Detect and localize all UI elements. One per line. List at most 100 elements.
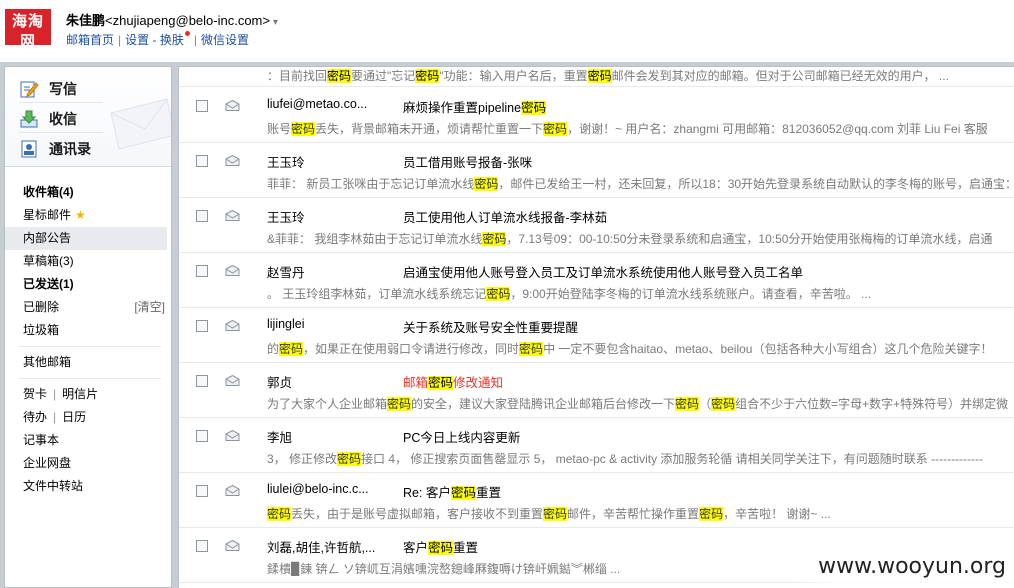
change-skin-link[interactable]: 换肤	[160, 33, 184, 47]
contacts-button[interactable]: 通讯录	[19, 135, 103, 163]
calendar-link[interactable]: 日历	[62, 410, 86, 424]
subject[interactable]: Re: 客户密码重置	[403, 482, 501, 501]
subject-text: 邮箱	[403, 376, 429, 390]
keyword-highlight: 密码	[543, 507, 568, 521]
enterprise-disk-link[interactable]: 企业网盘	[5, 452, 171, 475]
postcard-link[interactable]: 明信片	[62, 387, 98, 401]
folder-list: 收件箱(4) 星标邮件 ★ 内部公告 草稿箱(3) 已发送(1) 已删除 [清空] …	[5, 167, 171, 498]
chevron-down-icon[interactable]: ▾	[273, 17, 278, 28]
subject-text: 修改通知	[453, 376, 504, 390]
folder-sent[interactable]: 已发送(1)	[5, 273, 171, 296]
select-checkbox[interactable]	[196, 540, 208, 552]
subject-text: 关于系统及账号安全性重要提醒	[403, 321, 579, 335]
keyword-highlight: 密码	[711, 397, 736, 411]
envelope-decoration-icon	[110, 98, 171, 150]
preview-text: 丢失，背景邮箱未开通，烦请帮忙重置一下	[315, 122, 544, 136]
select-checkbox[interactable]	[196, 375, 208, 387]
greeting-card-link[interactable]: 贺卡	[23, 387, 47, 401]
keyword-highlight: 密码	[482, 232, 507, 246]
message-row[interactable]: 李旭 PC今日上线内容更新 3， 修正修改密码接口 4， 修正搜索页面售罄显示 5，…	[179, 418, 1014, 473]
keyword-highlight: 密码	[267, 507, 292, 521]
subject[interactable]: 员工借用账号报备-张咪	[403, 152, 532, 171]
subject[interactable]: 启通宝使用他人账号登入员工及订单流水系统使用他人账号登入员工名单	[403, 262, 803, 281]
preview-text: ，辛苦啦！ 谢谢~ ...	[723, 507, 831, 521]
contacts-label: 通讯录	[49, 141, 91, 157]
message-row[interactable]: 王玉玲 员工借用账号报备-张咪 菲菲： 新员工张咪由于忘记订单流水线密码，邮件已发给…	[179, 143, 1014, 198]
preview-text: 鍒樻▉鍊 锛ㄥ ソ锛屼互涓嬪嚑浣嶅鎴峰厤鍑嗕け锛屽姵鐑︾郴缁 ...	[267, 562, 621, 576]
read-envelope-icon	[225, 540, 240, 551]
folder-internal-notice[interactable]: 内部公告	[5, 227, 167, 250]
other-mailboxes[interactable]: 其他邮箱	[5, 351, 171, 374]
subject[interactable]: 关于系统及账号安全性重要提醒	[403, 317, 578, 336]
select-checkbox[interactable]	[196, 155, 208, 167]
keyword-highlight: 密码	[519, 342, 544, 356]
preview-text: 。 王玉玲组李林茹，订单流水线系统忘记	[267, 287, 487, 301]
partial-message-preview[interactable]: ：目前找回密码要通过"忘记密码"功能：输入用户名后，重置密码邮件会发到其对应的邮…	[179, 67, 1014, 87]
read-envelope-icon	[225, 100, 240, 111]
subject-text: 员工借用账号报备-张咪	[403, 156, 533, 170]
subject-text: 重置	[453, 541, 479, 555]
receive-mail-button[interactable]: 收信	[19, 105, 103, 133]
select-checkbox[interactable]	[196, 210, 208, 222]
mail-home-link[interactable]: 邮箱首页	[66, 33, 114, 47]
subject[interactable]: 麻烦操作重置pipeline密码	[403, 97, 547, 116]
subject[interactable]: 客户密码重置	[403, 537, 478, 556]
message-row[interactable]: 赵雪丹 启通宝使用他人账号登入员工及订单流水系统使用他人账号登入员工名单。 王玉玲…	[179, 253, 1014, 308]
tools-row-2: 待办 | 日历	[5, 406, 171, 429]
preview-text: 3， 修正修改	[267, 452, 338, 466]
folder-inbox[interactable]: 收件箱(4)	[5, 181, 171, 204]
keyword-highlight: 密码	[486, 287, 511, 301]
folder-drafts[interactable]: 草稿箱(3)	[5, 250, 171, 273]
select-checkbox[interactable]	[196, 265, 208, 277]
divider: |	[193, 33, 197, 47]
divider: |	[53, 387, 57, 401]
preview: 为了大家个人企业邮箱密码的安全，建议大家登陆腾讯企业邮箱后台修改一下密码（密码组…	[267, 395, 1008, 412]
preview: &菲菲： 我组李林茹由于忘记订单流水线密码，7.13号09：00-10:50分未…	[267, 230, 992, 247]
subject-text: 启通宝使用他人账号登入员工及订单流水系统使用他人账号登入员工名单	[403, 266, 804, 280]
folder-starred-label: 星标邮件	[23, 208, 72, 222]
folder-deleted[interactable]: 已删除 [清空]	[5, 296, 171, 319]
subject[interactable]: 员工使用他人订单流水线报备-李林茹	[403, 207, 607, 226]
dash-divider: -	[149, 33, 160, 47]
account-info[interactable]: 朱佳鹏<zhujiapeng@belo-inc.com> ▾	[66, 10, 278, 29]
keyword-highlight: 密码	[675, 397, 700, 411]
preview-text: ，9:00开始登陆李冬梅的订单流水线系统账户。请查看，辛苦啦。 ...	[510, 287, 872, 301]
select-checkbox[interactable]	[196, 485, 208, 497]
todo-link[interactable]: 待办	[23, 410, 47, 424]
keyword-highlight: 密码	[450, 486, 476, 500]
message-row[interactable]: lijinglei 关于系统及账号安全性重要提醒 的密码，如果正在使用弱口令请进行修…	[179, 308, 1014, 363]
divider	[19, 378, 161, 379]
message-row[interactable]: 郭贞 邮箱密码修改通知 为了大家个人企业邮箱密码的安全，建议大家登陆腾讯企业邮箱后台…	[179, 363, 1014, 418]
clear-trash-link[interactable]: [清空]	[134, 296, 165, 319]
subject-text: Re: 客户	[403, 486, 451, 500]
haitao-logo[interactable]: 海淘网 Haitao.cn	[5, 9, 51, 61]
select-checkbox[interactable]	[196, 100, 208, 112]
settings-link[interactable]: 设置	[125, 33, 149, 47]
write-mail-button[interactable]: 写信	[19, 75, 103, 103]
select-checkbox[interactable]	[196, 430, 208, 442]
message-row[interactable]: 王玉玲 员工使用他人订单流水线报备-李林茹 &菲菲： 我组李林茹由于忘记订单流水线密…	[179, 198, 1014, 253]
folder-junk[interactable]: 垃圾箱	[5, 319, 171, 342]
folder-starred[interactable]: 星标邮件 ★	[5, 204, 171, 227]
preview-text: 账号	[267, 122, 292, 136]
preview: 账号密码丢失，背景邮箱未开通，烦请帮忙重置一下密码，谢谢！~ 用户名：zhang…	[267, 120, 988, 137]
message-row[interactable]: liulei@belo-inc.c... Re: 客户密码重置 密码丢失，由于是账号…	[179, 473, 1014, 528]
divider: |	[53, 410, 57, 424]
header: 海淘网 Haitao.cn 朱佳鹏<zhujiapeng@belo-inc.co…	[0, 0, 1014, 62]
sender: 刘磊,胡佳,许哲航,...	[267, 541, 376, 555]
receive-label: 收信	[49, 110, 77, 127]
notepad-link[interactable]: 记事本	[5, 429, 171, 452]
read-envelope-icon	[225, 320, 240, 331]
preview: 3， 修正修改密码接口 4， 修正搜索页面售罄显示 5， metao-pc & …	[267, 450, 983, 467]
keyword-highlight: 密码	[543, 122, 568, 136]
select-checkbox[interactable]	[196, 320, 208, 332]
preview-text: 接口 4， 修正搜索页面售罄显示 5， metao-pc & activity …	[361, 452, 984, 466]
subject[interactable]: PC今日上线内容更新	[403, 427, 520, 446]
subject[interactable]: 邮箱密码修改通知	[403, 372, 503, 391]
folder-deleted-label: 已删除	[23, 300, 60, 314]
address-book-icon	[21, 140, 37, 158]
sender: 郭贞	[267, 376, 293, 390]
message-row[interactable]: liufei@metao.co... 麻烦操作重置pipeline密码 账号密码丢失…	[179, 88, 1014, 143]
wechat-settings-link[interactable]: 微信设置	[201, 33, 249, 47]
file-transfer-link[interactable]: 文件中转站	[5, 475, 171, 498]
